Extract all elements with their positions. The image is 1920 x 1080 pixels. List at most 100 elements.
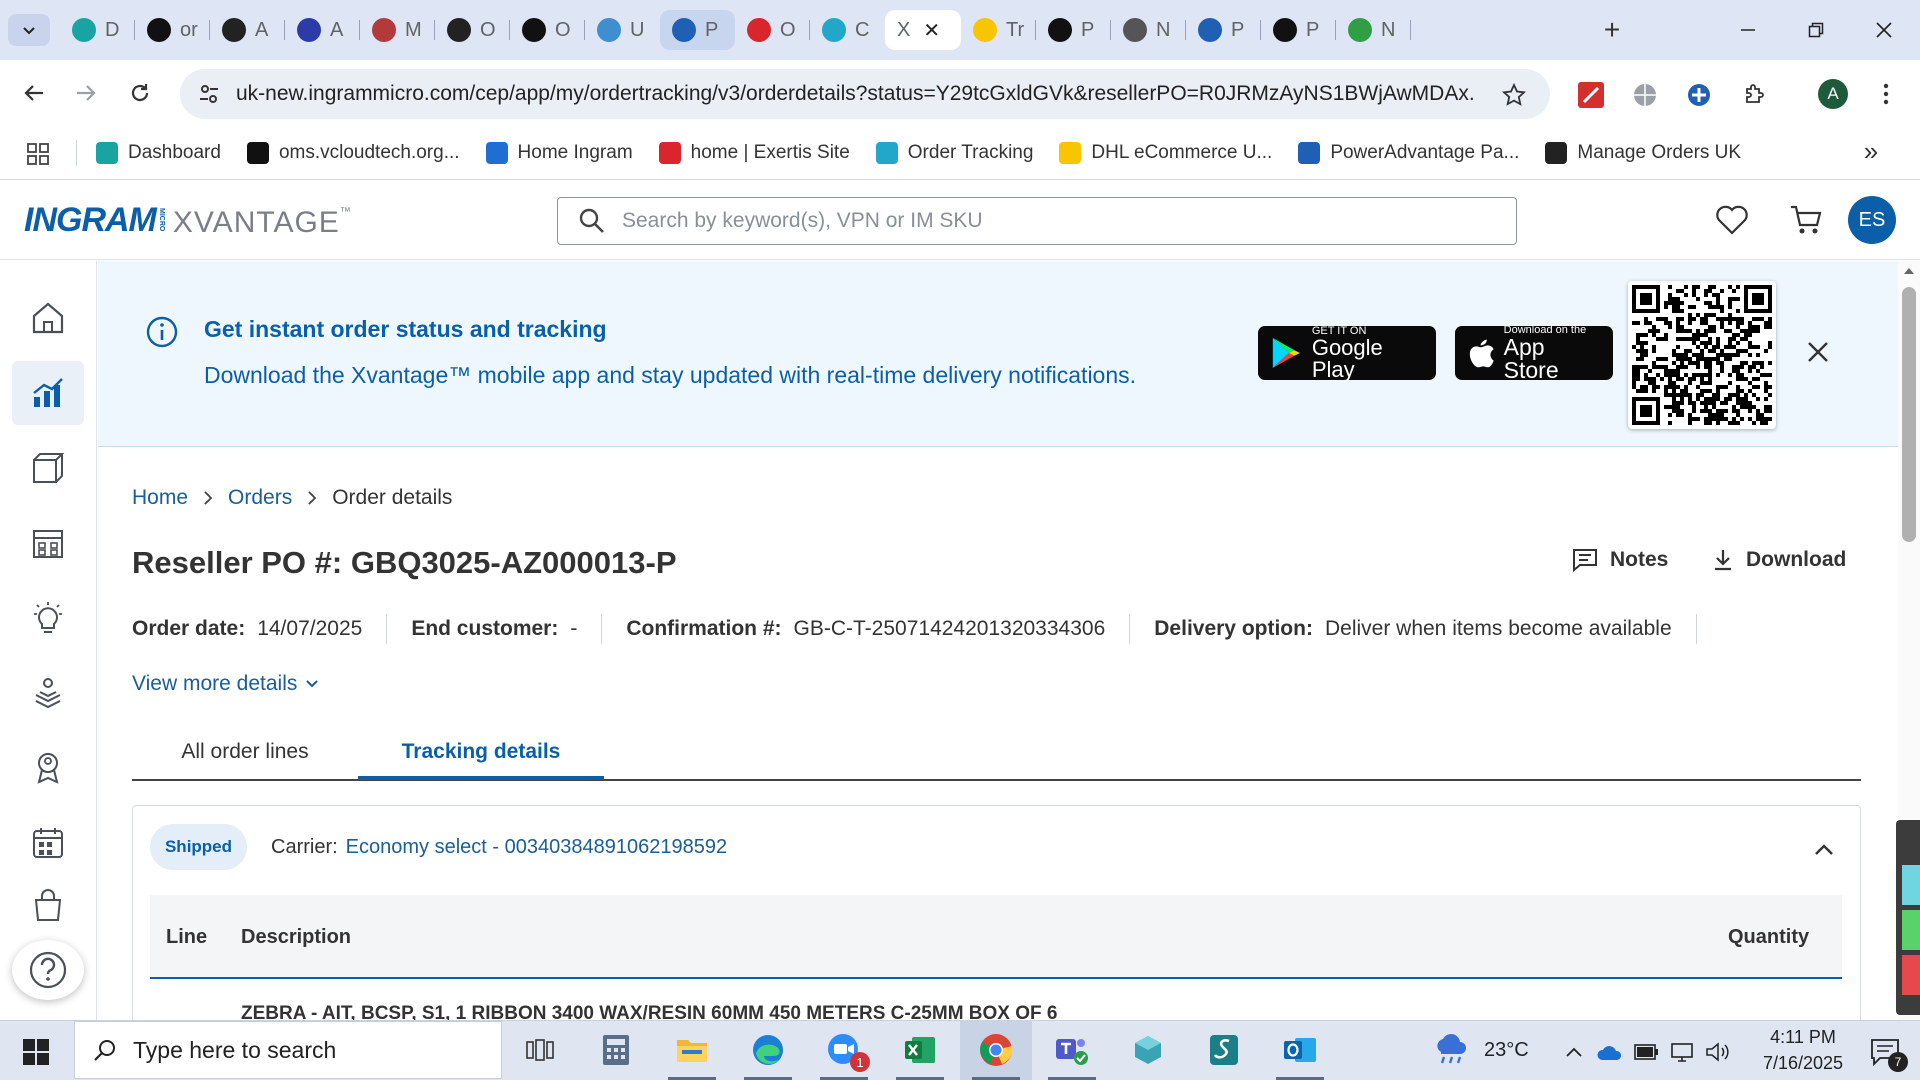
back-button[interactable]: [14, 73, 54, 113]
edge-app[interactable]: [732, 1020, 804, 1080]
weather-widget[interactable]: 23°C: [1432, 1034, 1529, 1066]
notes-button[interactable]: Notes: [1572, 548, 1668, 572]
extension-button[interactable]: [1684, 80, 1714, 110]
nav-insights[interactable]: [12, 586, 84, 650]
reload-button[interactable]: [120, 73, 160, 113]
bookmark-item[interactable]: PowerAdvantage Pa...: [1298, 142, 1519, 164]
chrome-app[interactable]: [960, 1020, 1032, 1080]
user-avatar[interactable]: ES: [1848, 196, 1896, 244]
show-hidden-icons-button[interactable]: [1562, 1040, 1586, 1064]
bookmark-item[interactable]: Home Ingram: [485, 142, 633, 164]
bookmark-star-button[interactable]: [1498, 79, 1530, 111]
end-customer-label: End customer:: [411, 617, 559, 640]
browser-tab[interactable]: Tr: [961, 10, 1036, 50]
tab-tracking-details[interactable]: Tracking details: [358, 730, 604, 780]
pdf-extension-button[interactable]: [1576, 80, 1606, 110]
url-text[interactable]: uk-new.ingrammicro.com/cep/app/my/ordert…: [236, 82, 1476, 106]
browser-tab[interactable]: P: [1186, 10, 1261, 50]
site-info-icon[interactable]: [194, 79, 224, 109]
battery-tray[interactable]: [1632, 1040, 1660, 1064]
bookmark-item[interactable]: Order Tracking: [875, 142, 1033, 164]
start-button[interactable]: [12, 1032, 60, 1072]
globe-extension-button[interactable]: [1630, 80, 1660, 110]
collapse-shipment-button[interactable]: [1808, 836, 1840, 864]
onedrive-tray[interactable]: [1596, 1040, 1624, 1064]
app-store-button[interactable]: Download on the App Store: [1455, 324, 1613, 381]
sway-app[interactable]: [1188, 1020, 1260, 1080]
tab-search-button[interactable]: [8, 14, 50, 46]
browser-tab[interactable]: or: [135, 10, 210, 50]
nav-rewards[interactable]: [12, 736, 84, 800]
ingram-xvantage-logo[interactable]: INGRAM MICRO XVANTAGE ™: [24, 198, 351, 242]
browser-tab[interactable]: P: [1261, 10, 1336, 50]
bookmark-item[interactable]: Dashboard: [96, 142, 221, 164]
browser-tab[interactable]: N: [1336, 10, 1411, 50]
cart-button[interactable]: [1786, 200, 1826, 240]
system-clock[interactable]: 4:11 PM 7/16/2025: [1748, 1024, 1858, 1076]
nav-calendar[interactable]: [12, 811, 84, 875]
browser-tab[interactable]: X ✕: [885, 10, 961, 50]
bookmark-item[interactable]: home | Exertis Site: [658, 142, 850, 164]
close-window-button[interactable]: [1850, 0, 1918, 60]
close-tab-icon[interactable]: ✕: [923, 18, 940, 43]
google-play-button[interactable]: GET IT ON Google Play: [1258, 325, 1436, 380]
excel-app[interactable]: [884, 1020, 956, 1080]
extensions-menu-button[interactable]: [1738, 78, 1770, 110]
browser-tab[interactable]: U: [585, 10, 660, 50]
browser-tab[interactable]: C: [810, 10, 885, 50]
taskbar-search[interactable]: Type here to search: [74, 1021, 502, 1079]
bookmark-item[interactable]: oms.vcloudtech.org...: [246, 142, 460, 164]
view-more-details-link[interactable]: View more details: [132, 672, 319, 696]
carrier-tracking-link[interactable]: Economy select - 00340384891062198592: [346, 836, 727, 859]
browser-tab[interactable]: P: [660, 10, 735, 50]
task-view-button[interactable]: [504, 1020, 576, 1080]
browser-menu-button[interactable]: [1874, 78, 1898, 110]
tab-all-order-lines[interactable]: All order lines: [132, 730, 358, 780]
minimize-button[interactable]: [1714, 0, 1782, 60]
forward-button[interactable]: [66, 73, 106, 113]
bookmark-item[interactable]: DHL eCommerce U...: [1059, 142, 1272, 164]
breadcrumb-home[interactable]: Home: [132, 486, 188, 510]
clock-date: 7/16/2025: [1762, 1053, 1844, 1073]
nav-learning[interactable]: [12, 661, 84, 725]
address-bar[interactable]: uk-new.ingrammicro.com/cep/app/my/ordert…: [180, 69, 1550, 119]
help-button[interactable]: [12, 940, 84, 1000]
calculator-app[interactable]: [580, 1020, 652, 1080]
browser-tab[interactable]: O: [435, 10, 510, 50]
new-tab-button[interactable]: +: [1594, 14, 1630, 46]
nav-home[interactable]: [12, 286, 84, 350]
profile-avatar[interactable]: A: [1818, 79, 1848, 109]
nav-shop[interactable]: [12, 886, 84, 926]
network-tray[interactable]: [1668, 1040, 1696, 1064]
notification-center-button[interactable]: 7: [1860, 1032, 1910, 1072]
file-explorer-app[interactable]: [656, 1020, 728, 1080]
nav-warehouse[interactable]: [12, 511, 84, 575]
download-button[interactable]: Download: [1712, 548, 1846, 572]
browser-tab[interactable]: D: [60, 10, 135, 50]
bookmarks-overflow-button[interactable]: »: [1856, 136, 1886, 166]
browser-tab[interactable]: O: [735, 10, 810, 50]
vpn-app[interactable]: [1112, 1020, 1184, 1080]
product-search-input[interactable]: [622, 209, 1502, 233]
outlook-app[interactable]: [1264, 1020, 1336, 1080]
side-widget-tab[interactable]: [1896, 820, 1920, 1015]
browser-tab[interactable]: N: [1111, 10, 1186, 50]
browser-tab[interactable]: P: [1036, 10, 1111, 50]
restore-button[interactable]: [1782, 0, 1850, 60]
bookmark-item[interactable]: Manage Orders UK: [1545, 142, 1741, 164]
apps-button[interactable]: [24, 140, 52, 168]
nav-orders[interactable]: [12, 361, 84, 425]
browser-tab[interactable]: M: [360, 10, 435, 50]
browser-tab[interactable]: A: [210, 10, 285, 50]
browser-tab[interactable]: O: [510, 10, 585, 50]
browser-tab[interactable]: A: [285, 10, 360, 50]
product-search-box[interactable]: [557, 197, 1517, 245]
scrollbar-thumb[interactable]: [1902, 287, 1916, 542]
close-banner-button[interactable]: [1800, 334, 1836, 370]
volume-tray[interactable]: [1704, 1040, 1732, 1064]
nav-products[interactable]: [12, 436, 84, 500]
teams-app[interactable]: [1036, 1020, 1108, 1080]
favorites-button[interactable]: [1712, 200, 1752, 240]
zoom-app[interactable]: 1: [808, 1020, 880, 1080]
breadcrumb-orders[interactable]: Orders: [228, 486, 292, 510]
